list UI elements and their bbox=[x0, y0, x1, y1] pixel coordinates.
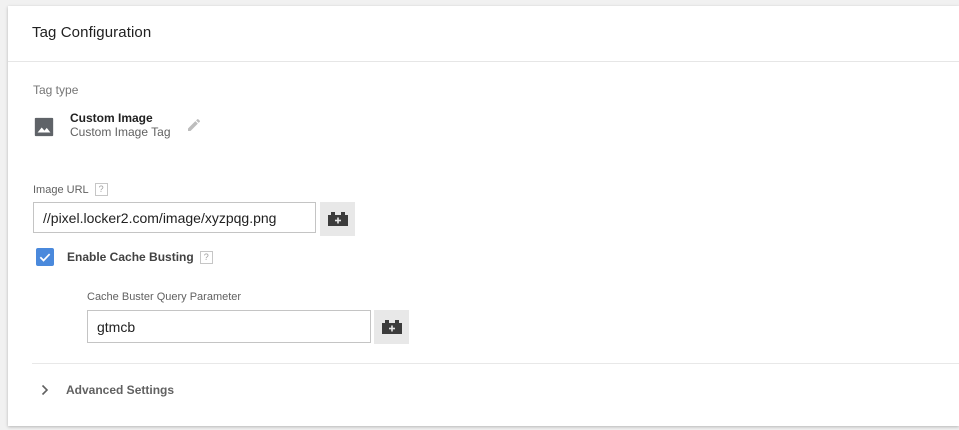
tag-type-name: Custom Image bbox=[70, 111, 153, 125]
variable-picker-button[interactable] bbox=[374, 310, 409, 344]
tag-type-text: Custom Image Custom Image Tag bbox=[70, 111, 171, 140]
image-url-input[interactable] bbox=[33, 202, 316, 233]
cache-buster-param-label: Cache Buster Query Parameter bbox=[87, 291, 242, 303]
pencil-icon[interactable] bbox=[186, 117, 202, 133]
advanced-settings-label: Advanced Settings bbox=[66, 383, 175, 397]
variable-picker-button[interactable] bbox=[320, 202, 355, 236]
variable-brick-icon bbox=[327, 212, 348, 226]
section-divider bbox=[32, 363, 959, 364]
tag-configuration-card: Tag Configuration Tag type Custom Image … bbox=[8, 6, 959, 426]
card-title: Tag Configuration bbox=[32, 24, 152, 41]
image-url-label-row: Image URL ? bbox=[33, 183, 108, 196]
cache-busting-label[interactable]: Enable Cache Busting bbox=[67, 250, 194, 264]
tag-type-label: Tag type bbox=[33, 83, 79, 97]
cache-busting-row: Enable Cache Busting ? bbox=[36, 248, 213, 266]
image-url-label: Image URL bbox=[33, 183, 89, 196]
tag-type-subtitle: Custom Image Tag bbox=[70, 125, 171, 139]
cache-busting-checkbox[interactable] bbox=[36, 248, 54, 266]
variable-brick-icon bbox=[381, 320, 402, 334]
cache-buster-param-input[interactable] bbox=[87, 310, 371, 343]
image-icon bbox=[34, 117, 54, 137]
help-icon[interactable]: ? bbox=[199, 250, 213, 264]
chevron-right-icon bbox=[41, 384, 49, 396]
checkmark-icon bbox=[39, 253, 51, 262]
card-body: Tag type Custom Image Custom Image Tag I… bbox=[8, 63, 959, 426]
help-icon[interactable]: ? bbox=[94, 183, 108, 196]
tag-type-row[interactable]: Custom Image Custom Image Tag bbox=[33, 111, 202, 140]
card-header: Tag Configuration bbox=[8, 6, 959, 62]
advanced-settings-toggle[interactable]: Advanced Settings bbox=[40, 383, 174, 397]
